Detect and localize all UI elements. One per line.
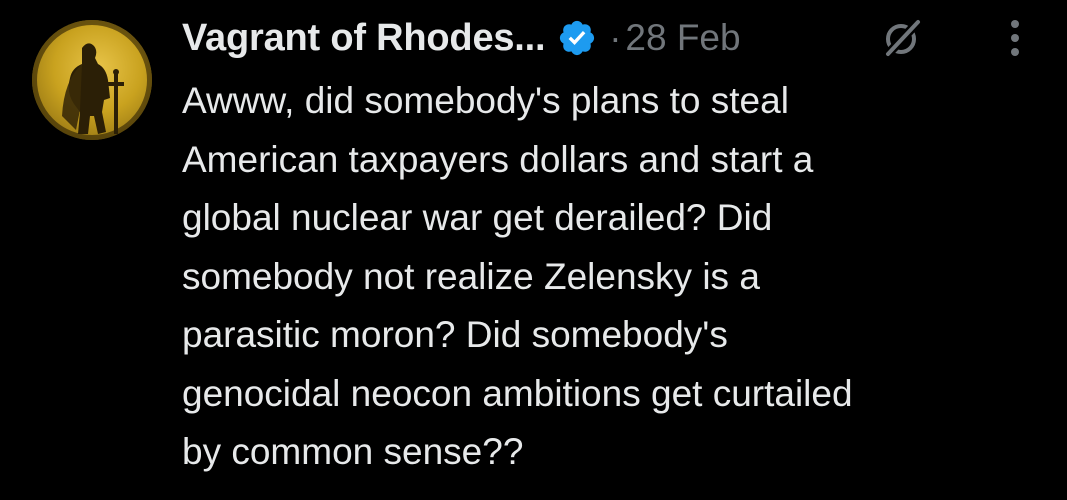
tweet[interactable]: Vagrant of Rhodes... · 28 Feb Awww, did … [0,0,1067,500]
tweet-text-line: American taxpayers dollars and start a [182,138,814,180]
avatar[interactable] [32,20,152,140]
grok-icon[interactable] [878,14,926,62]
tweet-text-line: genocidal neocon ambitions get curtailed [182,372,853,414]
tweet-text: Awww, did somebody's plans to steal Amer… [182,72,1052,482]
tweet-text-line: global nuclear war get derailed? Did [182,197,773,238]
tweet-header: Vagrant of Rhodes... · 28 Feb [182,12,741,64]
separator-dot: · [609,17,622,58]
tweet-text-line: Awww, did somebody's plans to steal [182,80,789,121]
more-options-icon[interactable] [998,16,1032,60]
verified-badge-icon[interactable] [557,18,597,58]
tweet-text-line: parasitic moron? Did somebody's [182,314,728,355]
display-name[interactable]: Vagrant of Rhodes... [182,17,546,60]
armored-knight-avatar-icon [32,20,152,140]
tweet-date[interactable]: 28 Feb [625,17,740,59]
tweet-text-line: somebody not realize Zelensky is a [182,255,760,297]
tweet-text-line: by common sense?? [182,431,524,472]
